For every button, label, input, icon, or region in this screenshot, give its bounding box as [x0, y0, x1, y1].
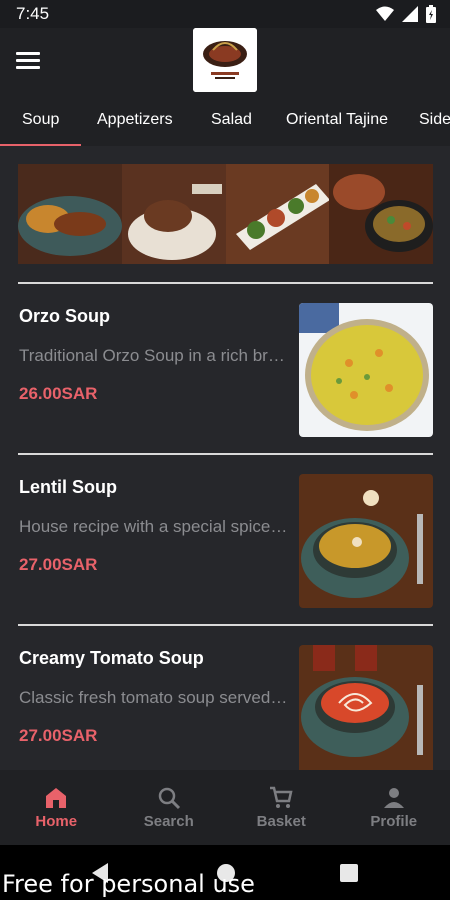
item-divider	[18, 453, 433, 455]
item-image-orzo-soup	[299, 303, 433, 437]
item-name: Lentil Soup	[19, 477, 117, 497]
person-icon	[383, 788, 404, 808]
nav-profile[interactable]: Profile	[338, 770, 450, 845]
restaurant-logo	[193, 28, 257, 92]
item-description: Classic fresh tomato soup served hot	[19, 688, 289, 707]
signal-icon	[402, 6, 418, 22]
nav-profile-label: Profile	[370, 813, 418, 830]
menu-item-orzo-soup[interactable]: Orzo Soup Traditional Orzo Soup in a ric…	[0, 303, 450, 446]
menu-item-lentil-soup[interactable]: Lentil Soup House recipe with a special …	[0, 474, 450, 617]
watermark-text: Free for personal use	[2, 870, 255, 898]
tab-appetizers[interactable]: Appetizers	[97, 100, 173, 146]
status-icons	[376, 5, 436, 23]
status-bar: 7:45	[0, 0, 450, 28]
nav-search[interactable]: Search	[113, 770, 226, 845]
item-name: Creamy Tomato Soup	[19, 648, 204, 668]
item-image-creamy-tomato-soup	[299, 645, 433, 770]
item-price: 26.00SAR	[19, 384, 98, 403]
category-tabs: Soup Appetizers Salad Oriental Tajine Si…	[0, 100, 450, 146]
menu-item-creamy-tomato-soup[interactable]: Creamy Tomato Soup Classic fresh tomato …	[0, 645, 450, 770]
nav-home[interactable]: Home	[0, 770, 113, 845]
banner-panel-tajine	[329, 164, 433, 264]
item-divider	[18, 624, 433, 626]
banner-panel-platter	[225, 164, 330, 264]
wifi-icon	[376, 6, 394, 21]
status-time: 7:45	[16, 4, 50, 23]
banner-panel-lamb	[121, 164, 226, 264]
item-name: Orzo Soup	[19, 306, 110, 326]
tab-oriental-tajine[interactable]: Oriental Tajine	[286, 100, 388, 146]
app-header	[0, 28, 450, 100]
item-image-lentil-soup	[299, 474, 433, 608]
bottom-navigation: Home Search Basket Profile	[0, 770, 450, 845]
cart-icon	[270, 786, 293, 808]
item-price: 27.00SAR	[19, 726, 98, 745]
menu-icon[interactable]	[16, 52, 40, 72]
item-description: Traditional Orzo Soup in a rich broth	[19, 346, 289, 365]
tab-side[interactable]: Side	[419, 100, 450, 146]
nav-search-label: Search	[143, 813, 194, 830]
nav-home-label: Home	[35, 813, 78, 830]
item-price: 27.00SAR	[19, 555, 98, 574]
menu-content[interactable]: Orzo Soup Traditional Orzo Soup in a ric…	[0, 146, 450, 770]
home-icon	[46, 788, 67, 808]
banner-panel-chicken	[18, 164, 122, 264]
section-divider	[18, 282, 433, 284]
tab-salad[interactable]: Salad	[211, 100, 252, 146]
battery-icon	[426, 5, 436, 23]
nav-basket-label: Basket	[256, 813, 306, 830]
recents-icon[interactable]	[340, 864, 358, 882]
search-icon	[158, 787, 180, 810]
banner-image	[18, 164, 433, 264]
nav-basket[interactable]: Basket	[225, 770, 338, 845]
tab-soup[interactable]: Soup	[0, 100, 82, 146]
item-description: House recipe with a special spice blend	[19, 517, 289, 536]
